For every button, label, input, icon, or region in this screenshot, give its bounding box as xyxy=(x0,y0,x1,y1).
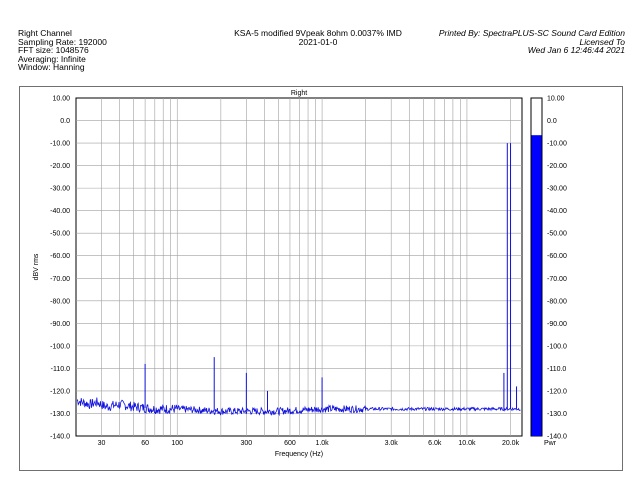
spectrum-chart: 10.00 0.0 -10.00 -20.00 -30.00 -40.00 -50.00 -6… xyxy=(33,90,567,458)
plot-area xyxy=(75,97,523,437)
level-tick-label: -50.00 xyxy=(547,231,567,238)
x-tick-label: 3.0k xyxy=(385,440,399,447)
y-tick-label: -100.0 xyxy=(50,343,70,350)
level-tick-label: -70.00 xyxy=(547,276,567,283)
chart-title: Right xyxy=(291,90,307,97)
x-tick-label: 300 xyxy=(241,440,253,447)
y-tick-label: -10.00 xyxy=(50,141,70,148)
level-bar-fill xyxy=(531,135,542,436)
level-tick-label: -130.0 xyxy=(547,411,567,418)
level-tick-label: 10.00 xyxy=(547,96,565,103)
level-tick-label: -100.0 xyxy=(547,343,567,350)
x-tick-label: 600 xyxy=(284,440,296,447)
y-tick-label: -40.00 xyxy=(50,208,70,215)
y-tick-label: -70.00 xyxy=(50,276,70,283)
level-tick-label: -120.0 xyxy=(547,388,567,395)
level-tick-label: 0.0 xyxy=(547,118,557,125)
x-tick-label: 30 xyxy=(98,440,106,447)
y-tick-label: -50.00 xyxy=(50,231,70,238)
level-tick-label: -40.00 xyxy=(547,208,567,215)
y-tick-label: -30.00 xyxy=(50,186,70,193)
level-tick-label: -110.0 xyxy=(547,366,566,373)
y-tick-label: -140.0 xyxy=(50,434,70,441)
x-axis-label: Frequency (Hz) xyxy=(275,451,323,458)
level-bar-label: Pwr xyxy=(544,440,557,447)
level-tick-label: -10.00 xyxy=(547,141,567,148)
y-tick-label: -110.0 xyxy=(51,366,70,373)
x-tick-label: 10.0k xyxy=(458,440,476,447)
y-tick-label: -80.00 xyxy=(50,298,70,305)
level-tick-label: -20.00 xyxy=(547,163,567,170)
y-tick-label: -60.00 xyxy=(50,253,70,260)
y-tick-label: -20.00 xyxy=(50,163,70,170)
y-tick-label: -120.0 xyxy=(50,388,70,395)
x-tick-label: 60 xyxy=(141,440,149,447)
level-tick-label: -80.00 xyxy=(547,298,567,305)
x-tick-label: 20.0k xyxy=(502,440,520,447)
y-axis-label: dBV rms xyxy=(33,253,40,280)
y-tick-label: -90.00 xyxy=(50,321,70,328)
level-tick-label: -60.00 xyxy=(547,253,567,260)
y-tick-label: 10.00 xyxy=(52,96,70,103)
level-tick-label: -90.00 xyxy=(547,321,567,328)
y-tick-label: -130.0 xyxy=(50,411,70,418)
x-tick-label: 100 xyxy=(171,440,183,447)
x-tick-label: 1.0k xyxy=(315,440,329,447)
x-tick-label: 6.0k xyxy=(428,440,442,447)
level-tick-label: -30.00 xyxy=(547,186,567,193)
y-tick-label: 0.0 xyxy=(60,118,70,125)
